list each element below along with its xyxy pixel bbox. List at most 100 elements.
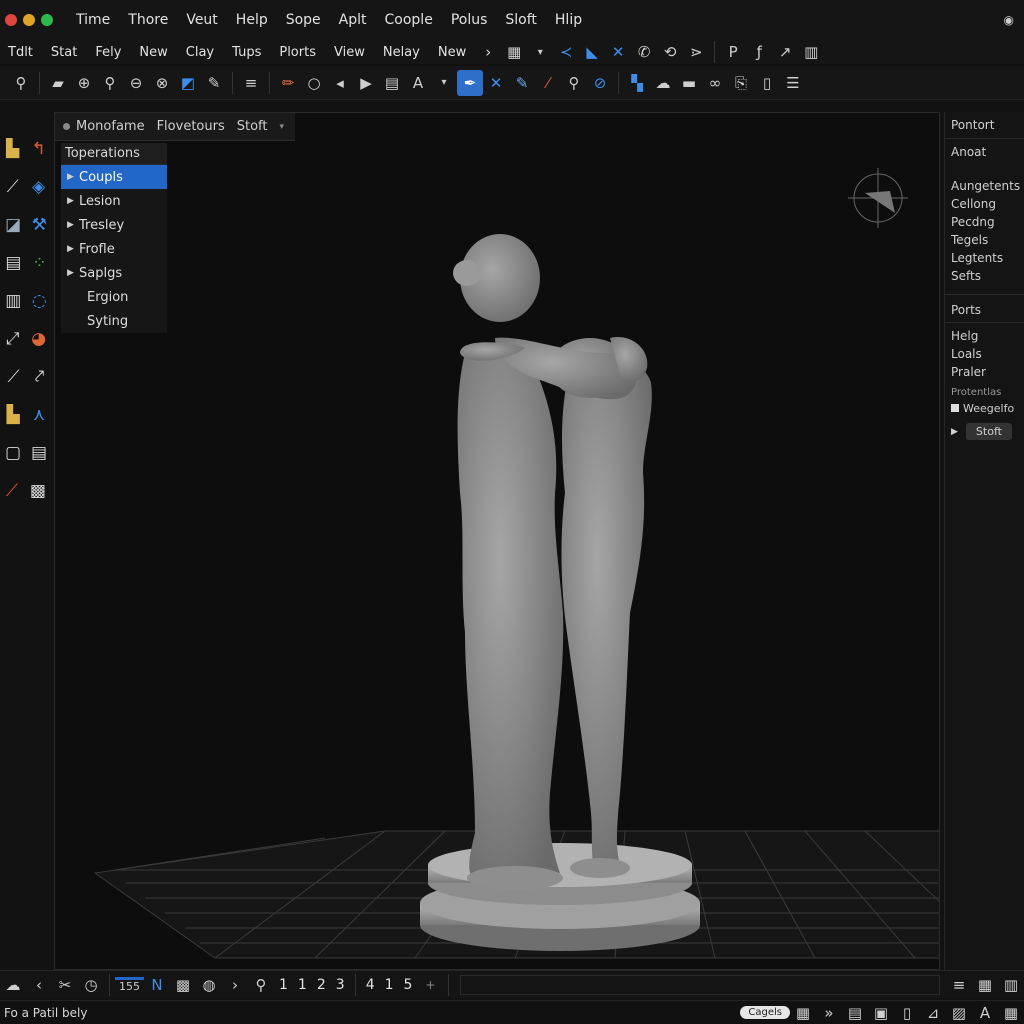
transform-icon[interactable]: ⟲ xyxy=(657,39,683,65)
link-icon[interactable]: ∞ xyxy=(702,70,728,96)
tab-monofame[interactable]: Monofame xyxy=(55,119,151,134)
inspect-icon[interactable]: ⊗ xyxy=(149,70,175,96)
stoft-button[interactable]: Stoft xyxy=(965,423,1012,440)
file-icon[interactable]: ▯ xyxy=(754,70,780,96)
tree-item-saplgs[interactable]: ▶ Saplgs xyxy=(61,261,167,285)
menu-tdlt[interactable]: Tdlt xyxy=(0,45,42,60)
checkbox-row[interactable]: Weegelfo xyxy=(945,400,1024,417)
view-gizmo-icon[interactable] xyxy=(848,168,908,228)
sculpture-pedestal[interactable] xyxy=(420,843,700,951)
prop-pecdng[interactable]: Pecdng xyxy=(945,213,1024,231)
minimize-window-button[interactable] xyxy=(23,14,35,26)
cube-icon[interactable]: ◈ xyxy=(32,177,45,197)
clock-icon[interactable]: ◷ xyxy=(78,972,104,998)
tree-item-frofle[interactable]: ▶ Frofle xyxy=(61,237,167,261)
nodes-icon[interactable]: ⁘ xyxy=(32,253,46,273)
layer-tool-icon[interactable]: ◪ xyxy=(5,215,21,235)
back-icon[interactable]: ‹ xyxy=(26,972,52,998)
tree-item-lesion[interactable]: ▶ Lesion xyxy=(61,189,167,213)
expand-icon[interactable]: ▶ xyxy=(67,172,79,182)
move-icon[interactable]: ◣ xyxy=(579,39,605,65)
menu-plorts[interactable]: Plorts xyxy=(270,45,325,60)
chevron-right-icon[interactable]: › xyxy=(475,39,501,65)
line-tool-icon[interactable]: ⟋ xyxy=(6,481,18,501)
magnify-icon[interactable]: ○ xyxy=(301,70,327,96)
panel-status-icon[interactable]: ▣ xyxy=(868,1000,894,1024)
marker-icon[interactable]: ✎ xyxy=(509,70,535,96)
cloud-icon[interactable]: ☁ xyxy=(650,70,676,96)
align-icon[interactable]: ≡ xyxy=(238,70,264,96)
eraser-icon[interactable]: ⟋ xyxy=(8,367,20,387)
menu-fely[interactable]: Fely xyxy=(86,45,130,60)
sculpt-icon[interactable]: ✎ xyxy=(201,70,227,96)
chevron-down-icon[interactable]: ▾ xyxy=(431,70,457,96)
function-icon[interactable]: ƒ xyxy=(746,39,772,65)
cloud-tool-icon[interactable]: ☁ xyxy=(0,972,26,998)
next-icon[interactable]: › xyxy=(222,972,248,998)
zoom-in-icon[interactable]: ⊕ xyxy=(71,70,97,96)
checkbox[interactable] xyxy=(951,404,959,412)
menu-nelay[interactable]: Nelay xyxy=(374,45,429,60)
chart-icon[interactable]: ▥ xyxy=(798,39,824,65)
page-number[interactable]: 1 xyxy=(274,977,293,993)
zoom-out-icon[interactable]: ⊖ xyxy=(123,70,149,96)
book-icon[interactable]: ▙ xyxy=(7,405,20,425)
forward-status-icon[interactable]: » xyxy=(816,1000,842,1024)
prop-helg[interactable]: Helg xyxy=(945,323,1024,345)
phone-icon[interactable]: ✆ xyxy=(631,39,657,65)
menu-veut[interactable]: Veut xyxy=(177,12,226,28)
paint-icon[interactable]: ⤢ xyxy=(6,329,20,349)
search-icon[interactable]: ⚲ xyxy=(248,972,274,998)
tree-item-syting[interactable]: Syting xyxy=(61,309,167,333)
tab-stoft[interactable]: Stoft xyxy=(231,119,274,134)
scene-canvas[interactable] xyxy=(55,113,940,970)
phone-status-icon[interactable]: ▯ xyxy=(894,1000,920,1024)
list-icon[interactable]: ☰ xyxy=(780,70,806,96)
tab-dropdown-icon[interactable]: ▾ xyxy=(273,122,290,132)
image-status-icon[interactable]: ▨ xyxy=(946,1000,972,1024)
select-icon[interactable]: ◩ xyxy=(175,70,201,96)
bars-view-icon[interactable]: ≡ xyxy=(946,972,972,998)
status-badge[interactable]: Cagels xyxy=(740,1006,790,1019)
menu-new[interactable]: New xyxy=(130,45,176,60)
page-number[interactable]: 1 xyxy=(380,977,399,993)
expand-icon[interactable]: ▶ xyxy=(67,196,79,206)
play-icon[interactable]: ▶ xyxy=(353,70,379,96)
compass-icon[interactable]: ⊘ xyxy=(587,70,613,96)
volume-icon[interactable]: ◂ xyxy=(327,70,353,96)
menu-hlip[interactable]: Hlip xyxy=(546,12,591,28)
cross-icon[interactable]: ✕ xyxy=(483,70,509,96)
font-status-icon[interactable]: A xyxy=(972,1000,998,1024)
document-icon[interactable]: ▤ xyxy=(379,70,405,96)
knife-icon[interactable]: ⁄ xyxy=(535,70,561,96)
ruler-icon[interactable]: ▰ xyxy=(45,70,71,96)
prop-praler[interactable]: Praler xyxy=(945,363,1024,381)
camera-icon[interactable]: ▬ xyxy=(676,70,702,96)
menu-thore[interactable]: Thore xyxy=(119,12,177,28)
expand-icon[interactable]: ▶ xyxy=(67,268,79,278)
tab-flovetours[interactable]: Flovetours xyxy=(151,119,231,134)
tree-item-ergion[interactable]: Ergion xyxy=(61,285,167,309)
timeline-track[interactable] xyxy=(460,974,940,995)
grid-status-icon[interactable]: ▦ xyxy=(790,1000,816,1024)
menu-aplt[interactable]: Aplt xyxy=(330,12,376,28)
menu-tups[interactable]: Tups xyxy=(223,45,270,60)
sculpture-figures[interactable] xyxy=(453,234,652,890)
page-number[interactable]: 4 xyxy=(361,977,380,993)
clipboard-icon[interactable]: ▤ xyxy=(5,253,21,273)
brand-icon[interactable]: N xyxy=(144,972,170,998)
close-window-button[interactable] xyxy=(5,14,17,26)
page-number[interactable]: 3 xyxy=(331,977,350,993)
pipette-icon[interactable]: ⤤ xyxy=(35,367,45,387)
prop-cellong[interactable]: Cellong xyxy=(945,195,1024,213)
tree-item-coupls[interactable]: ▶ Coupls xyxy=(61,165,167,189)
menu-time[interactable]: Time xyxy=(67,12,119,28)
expand-status-icon[interactable]: ⊿ xyxy=(920,1000,946,1024)
wrench-icon[interactable]: ⚲ xyxy=(8,70,34,96)
pencil-icon[interactable]: ✏ xyxy=(275,70,301,96)
menu-sope[interactable]: Sope xyxy=(277,12,330,28)
page-number[interactable]: 2 xyxy=(312,977,331,993)
panel-subheader[interactable]: Anoat xyxy=(945,139,1024,165)
bars-icon[interactable]: ▥ xyxy=(5,291,21,311)
chat-icon[interactable]: ▢ xyxy=(5,443,21,463)
